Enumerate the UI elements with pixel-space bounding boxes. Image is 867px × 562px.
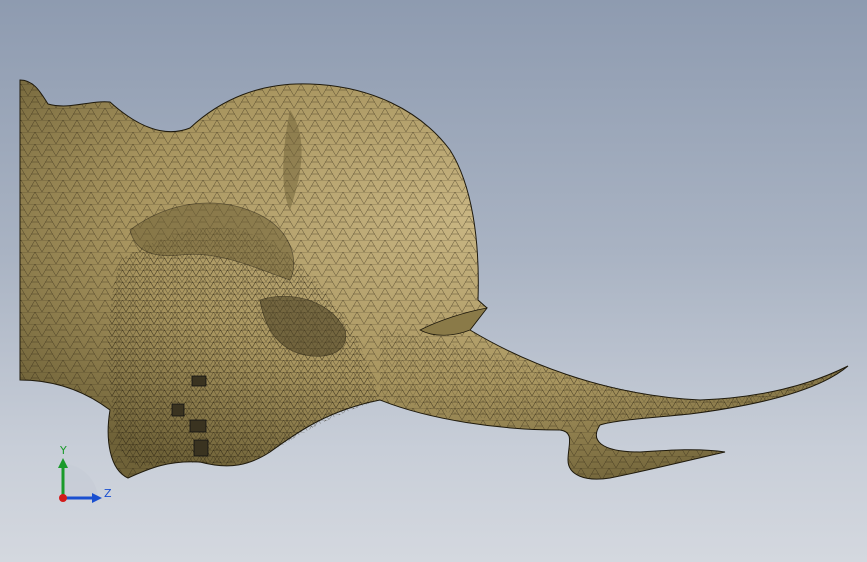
tooth [171,403,185,417]
tusk-detail-region [380,330,848,423]
tooth [189,419,207,433]
3d-viewport[interactable]: Y Z [0,0,867,562]
skull-mesh-model[interactable] [0,0,867,562]
z-axis-label: Z [104,487,112,500]
tooth [193,439,209,457]
y-axis-label: Y [60,444,67,457]
tooth [191,375,207,387]
axis-triad: Y Z [48,436,128,516]
